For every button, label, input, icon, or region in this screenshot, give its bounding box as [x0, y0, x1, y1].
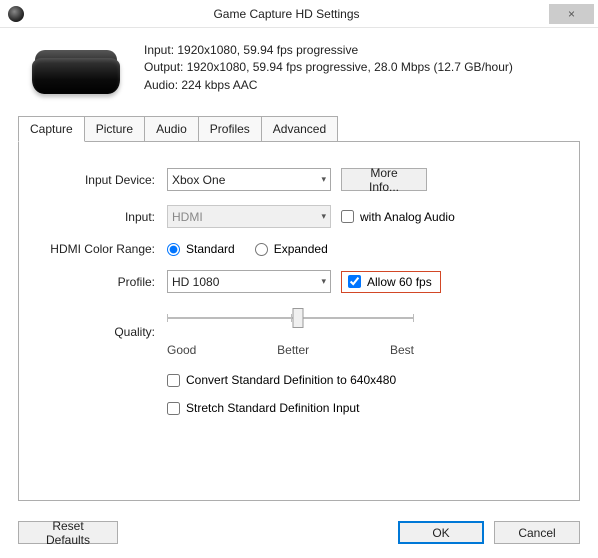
label-input-device: Input Device: [39, 173, 167, 187]
dialog-content: Input: 1920x1080, 59.94 fps progressive … [0, 28, 598, 513]
device-image [32, 44, 122, 98]
tab-panel-capture: Input Device: Xbox One ▾ More Info... In… [18, 141, 580, 501]
tab-advanced[interactable]: Advanced [261, 116, 338, 142]
reset-defaults-button[interactable]: Reset Defaults [18, 521, 118, 544]
allow-60fps-highlight: Allow 60 fps [341, 271, 441, 293]
summary-audio: Audio: 224 kbps AAC [144, 77, 513, 94]
tab-capture[interactable]: Capture [18, 116, 85, 142]
close-button[interactable]: × [549, 4, 594, 24]
allow-60fps-checkbox[interactable]: Allow 60 fps [348, 275, 432, 289]
profile-select[interactable]: HD 1080 ▾ [167, 270, 331, 293]
summary-section: Input: 1920x1080, 59.94 fps progressive … [18, 42, 580, 98]
label-quality: Quality: [39, 325, 167, 339]
input-device-select[interactable]: Xbox One ▾ [167, 168, 331, 191]
summary-text: Input: 1920x1080, 59.94 fps progressive … [144, 42, 513, 98]
input-select: HDMI ▾ [167, 205, 331, 228]
chevron-down-icon: ▾ [321, 211, 326, 222]
window-title: Game Capture HD Settings [24, 7, 549, 21]
tab-profiles[interactable]: Profiles [198, 116, 262, 142]
tab-strip: Capture Picture Audio Profiles Advanced [18, 116, 580, 142]
ok-button[interactable]: OK [398, 521, 484, 544]
more-info-button[interactable]: More Info... [341, 168, 427, 191]
cancel-button[interactable]: Cancel [494, 521, 580, 544]
app-icon [8, 6, 24, 22]
convert-sd-checkbox[interactable]: Convert Standard Definition to 640x480 [167, 373, 396, 387]
radio-standard[interactable]: Standard [167, 242, 235, 256]
slider-label-good: Good [167, 343, 196, 357]
analog-audio-checkbox[interactable]: with Analog Audio [341, 210, 455, 224]
summary-input: Input: 1920x1080, 59.94 fps progressive [144, 42, 513, 59]
dialog-footer: Reset Defaults OK Cancel [18, 521, 580, 544]
quality-slider[interactable] [167, 307, 414, 329]
quality-slider-labels: Good Better Best [167, 343, 414, 357]
title-bar: Game Capture HD Settings × [0, 0, 598, 28]
slider-label-better: Better [277, 343, 309, 357]
stretch-sd-checkbox[interactable]: Stretch Standard Definition Input [167, 401, 359, 415]
summary-output: Output: 1920x1080, 59.94 fps progressive… [144, 59, 513, 76]
label-color-range: HDMI Color Range: [39, 242, 167, 256]
label-input: Input: [39, 210, 167, 224]
close-icon: × [568, 7, 575, 21]
chevron-down-icon: ▾ [321, 276, 326, 287]
label-profile: Profile: [39, 275, 167, 289]
tab-picture[interactable]: Picture [84, 116, 145, 142]
slider-label-best: Best [390, 343, 414, 357]
chevron-down-icon: ▾ [321, 174, 326, 185]
radio-expanded[interactable]: Expanded [255, 242, 328, 256]
tab-audio[interactable]: Audio [144, 116, 199, 142]
